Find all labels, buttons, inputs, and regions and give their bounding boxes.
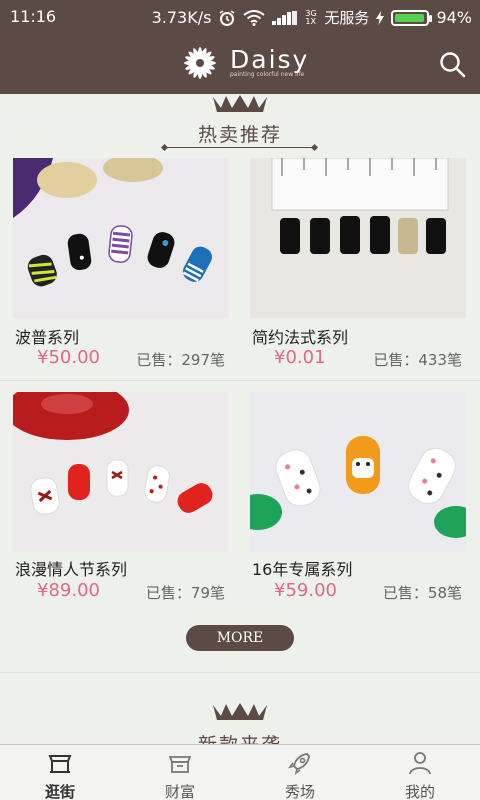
product-image[interactable]: [13, 158, 229, 318]
rocket-icon: [288, 753, 310, 775]
tab-label: 逛街: [44, 783, 75, 800]
product-price: ¥0.01: [274, 347, 326, 368]
search-icon[interactable]: [438, 50, 466, 78]
tab-label: 我的: [404, 783, 435, 800]
crown-ornament-icon: [213, 703, 267, 720]
product-image[interactable]: [250, 392, 466, 552]
status-time: 11:16: [10, 7, 57, 26]
brand-logo: Daisy painting colorful new life: [178, 43, 309, 83]
crown-ornament-icon: [213, 95, 267, 112]
product-name[interactable]: 浪漫情人节系列: [15, 556, 127, 580]
alarm-icon: [219, 9, 235, 26]
tab-label: 财富: [164, 783, 195, 800]
more-button[interactable]: MORE: [186, 625, 294, 651]
section-title-hot: 热卖推荐: [197, 124, 282, 146]
brand-tagline: painting colorful new life: [230, 71, 305, 78]
product-price: ¥89.00: [37, 580, 100, 601]
person-icon: [409, 752, 431, 775]
product-card[interactable]: 浪漫情人节系列 ¥89.00 已售：79笔: [13, 392, 235, 602]
tab-showroom[interactable]: 秀场: [240, 745, 360, 800]
wallet-icon: [168, 756, 192, 773]
battery-icon: [391, 9, 433, 26]
service-status: 无服务: [324, 9, 370, 27]
tab-mine[interactable]: 我的: [360, 745, 480, 800]
tab-shopping[interactable]: 逛街: [0, 745, 120, 800]
product-name[interactable]: 简约法式系列: [252, 324, 348, 348]
title-underline: [166, 147, 314, 148]
bottom-tab-bar: 逛街 财富 秀场 我的: [0, 744, 480, 800]
product-name[interactable]: 波普系列: [15, 324, 79, 348]
brand-name: Daisy: [230, 45, 310, 74]
product-sold-count: 已售：297笔: [136, 351, 225, 369]
product-card[interactable]: 波普系列 ¥50.00 已售：297笔: [13, 158, 235, 369]
product-name[interactable]: 16年专属系列: [252, 556, 352, 580]
product-sold-count: 已售：58笔: [382, 584, 462, 602]
network-speed: 3.73K/s: [151, 8, 212, 27]
daisy-flower-icon: [184, 47, 216, 79]
charging-icon: [376, 10, 385, 25]
product-price: ¥50.00: [37, 347, 100, 368]
status-bar: 11:16 3.73K/s 3G 1X 无服务 94%: [0, 0, 480, 34]
row-divider: [0, 380, 480, 381]
app-header: Daisy painting colorful new life: [0, 34, 480, 94]
signal-icon: [272, 10, 298, 25]
section-divider: [0, 672, 480, 673]
network-type: 3G 1X: [305, 8, 317, 26]
wifi-icon: [243, 9, 266, 26]
product-sold-count: 已售：79笔: [145, 584, 225, 602]
product-card[interactable]: 16年专属系列 ¥59.00 已售：58笔: [250, 392, 472, 602]
product-price: ¥59.00: [274, 580, 337, 601]
product-image[interactable]: [13, 392, 229, 552]
tab-wealth[interactable]: 财富: [120, 745, 240, 800]
shop-icon: [48, 755, 72, 773]
product-image[interactable]: [250, 158, 466, 318]
product-card[interactable]: 简约法式系列 ¥0.01 已售：433笔: [250, 158, 472, 369]
tab-label: 秀场: [284, 783, 315, 800]
battery-percent: 94%: [436, 8, 472, 27]
product-sold-count: 已售：433笔: [373, 351, 462, 369]
